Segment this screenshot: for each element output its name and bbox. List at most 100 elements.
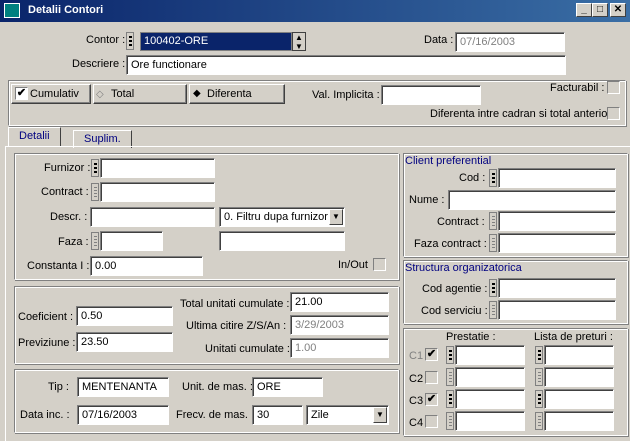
lista-preturi-header: Lista de preturi : — [534, 331, 613, 343]
cod-agentie-grip[interactable] — [489, 279, 497, 297]
cod-agentie-field[interactable] — [498, 278, 616, 298]
row-c3-lista-field[interactable] — [544, 389, 614, 409]
app-icon — [4, 3, 20, 18]
client-nume-field[interactable] — [448, 190, 616, 210]
row-c3-checkbox[interactable]: ✔ — [425, 393, 438, 406]
row-c4-lista-field[interactable] — [544, 411, 614, 431]
filtru-dropdown-button[interactable]: ▼ — [329, 209, 343, 225]
row-c1-lista-grip[interactable] — [535, 346, 543, 364]
inout-checkbox[interactable] — [373, 258, 386, 271]
row-c2-prestatie-field[interactable] — [455, 367, 525, 387]
unitati-cumulate-field[interactable]: 1.00 — [290, 338, 389, 358]
frecv-field[interactable]: 30 — [252, 405, 303, 425]
cod-serviciu-field[interactable] — [498, 300, 616, 320]
previziune-field[interactable]: 23.50 — [76, 332, 173, 352]
title-bar: Detalii Contori _ □ ✕ — [0, 0, 630, 22]
total-unitati-field[interactable]: 21.00 — [290, 292, 389, 312]
contor-lookup-grip[interactable] — [126, 32, 134, 50]
descriere-field[interactable]: Ore functionare — [126, 55, 566, 75]
unit-mas-field[interactable]: ORE — [252, 377, 323, 397]
unit-mas-label: Unit. de mas. : — [182, 381, 253, 393]
row-c4-lista-grip[interactable] — [535, 412, 543, 430]
coeficient-label: Coeficient : — [18, 311, 74, 323]
faza-label: Faza : — [58, 236, 89, 248]
row-c2-checkbox[interactable] — [425, 371, 438, 384]
window-title: Detalii Contori — [28, 4, 104, 16]
total-radio-icon: ◇ — [96, 89, 104, 100]
client-cod-field[interactable] — [498, 168, 616, 188]
data-field[interactable]: 07/16/2003 — [455, 32, 565, 52]
contract-field[interactable] — [100, 182, 215, 202]
facturabil-checkbox[interactable] — [607, 81, 620, 94]
minimize-button[interactable]: _ — [576, 3, 592, 17]
row-c1-prestatie-field[interactable] — [455, 345, 525, 365]
contor-spinner[interactable]: ▲ ▼ — [292, 32, 306, 51]
descriere-label: Descriere : — [72, 58, 126, 70]
inout-label: In/Out — [338, 259, 368, 271]
diferenta-radio-icon: ◆ — [193, 88, 201, 99]
row-c1-checkbox[interactable]: ✔ — [425, 348, 438, 361]
row-c1-lista-field[interactable] — [544, 345, 614, 365]
row-c1-prestatie-grip[interactable] — [446, 346, 454, 364]
row-c3-prestatie-grip[interactable] — [446, 390, 454, 408]
row-c3-label: C3 — [409, 395, 424, 407]
descr-label: Descr. : — [50, 211, 88, 223]
total-label: Total — [111, 88, 135, 100]
row-c4-checkbox[interactable] — [425, 415, 438, 428]
contract-grip[interactable] — [91, 183, 99, 201]
contract-label: Contract : — [41, 186, 89, 198]
client-cod-label: Cod : — [459, 172, 486, 184]
tab-detalii[interactable]: Detalii — [8, 127, 61, 147]
diferenta-cadran-label: Diferenta intre cadran si total anterior — [430, 108, 611, 120]
cod-serviciu-label: Cod serviciu : — [421, 305, 488, 317]
faza-contract-grip[interactable] — [489, 234, 497, 252]
tip-field[interactable]: MENTENANTA — [77, 377, 169, 397]
prestatie-header: Prestatie : — [446, 331, 496, 343]
faza-contract-field[interactable] — [498, 233, 616, 253]
cod-serviciu-grip[interactable] — [489, 301, 497, 319]
client-contract-grip[interactable] — [489, 212, 497, 230]
coeficient-field[interactable]: 0.50 — [76, 306, 173, 326]
ultima-citire-field[interactable]: 3/29/2003 — [290, 315, 389, 335]
row-c2-prestatie-grip[interactable] — [446, 368, 454, 386]
furnizor-label: Furnizor : — [44, 162, 91, 174]
client-contract-label: Contract : — [437, 216, 485, 228]
row-c2-label: C2 — [409, 373, 424, 385]
data-label: Data : — [424, 34, 454, 46]
row-c2-lista-field[interactable] — [544, 367, 614, 387]
faza-grip[interactable] — [91, 232, 99, 250]
diferenta-cadran-checkbox[interactable] — [607, 107, 620, 120]
maximize-button[interactable]: □ — [592, 3, 608, 17]
faza-descr-field[interactable] — [219, 231, 345, 251]
data-inc-field[interactable]: 07/16/2003 — [77, 405, 169, 425]
contor-label: Contor : — [86, 34, 126, 46]
row-c4-label: C4 — [409, 417, 424, 429]
furnizor-field[interactable] — [100, 158, 215, 178]
close-button[interactable]: ✕ — [610, 3, 626, 17]
row-c3-lista-grip[interactable] — [535, 390, 543, 408]
descr-field[interactable] — [90, 207, 215, 227]
faza-field[interactable] — [100, 231, 163, 251]
client-contract-field[interactable] — [498, 211, 616, 231]
ultima-citire-label: Ultima citire Z/S/An : — [186, 320, 287, 332]
frecv-mas-label: Frecv. de mas. : — [176, 409, 255, 421]
val-implicita-label: Val. Implicita : — [312, 89, 380, 101]
row-c2-lista-grip[interactable] — [535, 368, 543, 386]
furnizor-grip[interactable] — [91, 159, 99, 177]
zile-dropdown-button[interactable]: ▼ — [373, 407, 387, 423]
row-c3-prestatie-field[interactable] — [455, 389, 525, 409]
val-implicita-field[interactable] — [381, 85, 481, 105]
constanta-field[interactable]: 0.00 — [90, 256, 203, 276]
row-c4-prestatie-grip[interactable] — [446, 412, 454, 430]
client-cod-grip[interactable] — [489, 169, 497, 187]
row-c4-prestatie-field[interactable] — [455, 411, 525, 431]
structura-section-title: Structura organizatorica — [405, 262, 522, 274]
filtru-select[interactable]: 0. Filtru dupa furnizor — [219, 207, 345, 227]
facturabil-label: Facturabil : — [550, 82, 605, 94]
total-radio[interactable] — [93, 84, 187, 104]
row-c1-label: C1 — [409, 350, 424, 362]
total-unitati-label: Total unitati cumulate : — [180, 298, 290, 310]
data-inc-label: Data inc. : — [20, 409, 70, 421]
cumulativ-checkbox[interactable]: ✔ — [15, 87, 28, 100]
cod-agentie-label: Cod agentie : — [422, 283, 488, 295]
